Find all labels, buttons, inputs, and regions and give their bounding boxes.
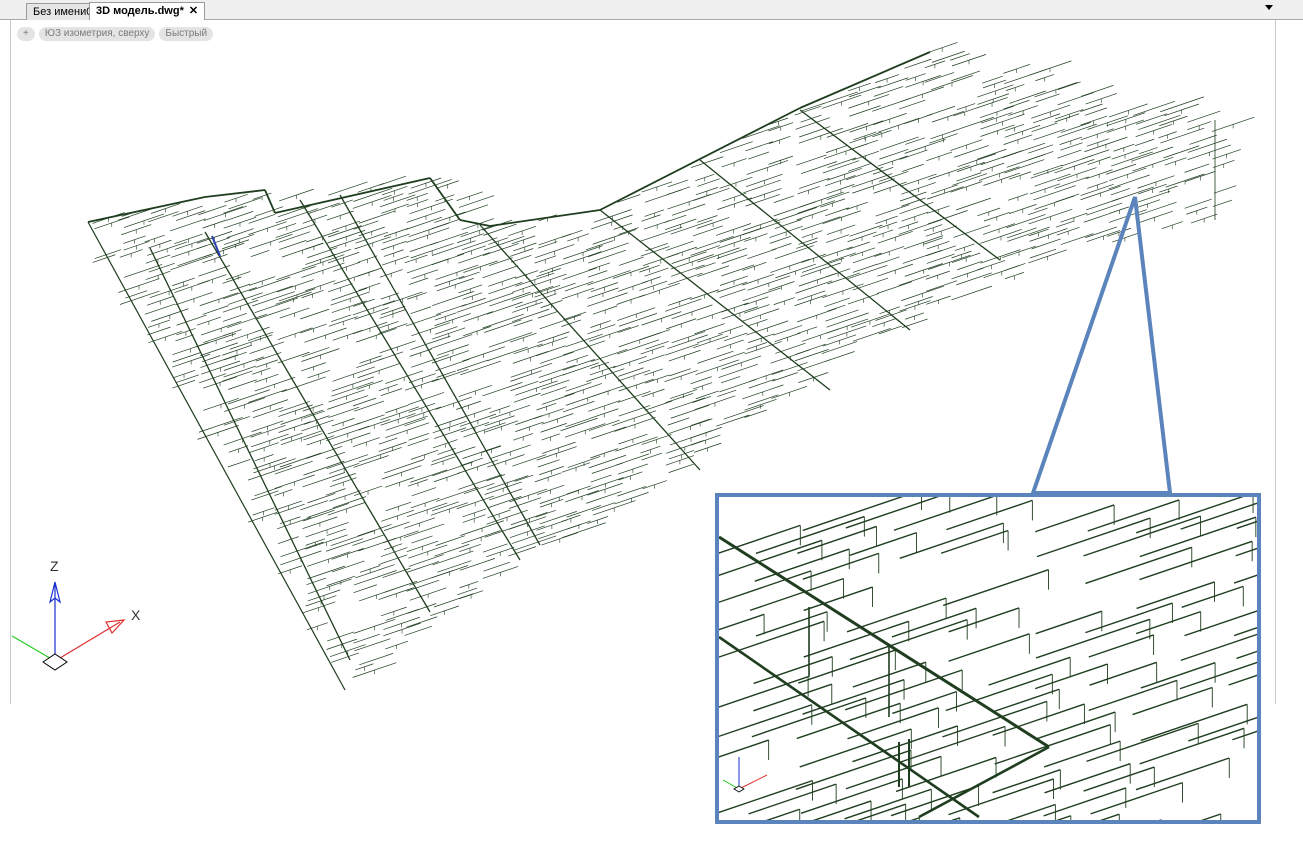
ucs-x-axis (54, 621, 121, 662)
ucs-icon-small (722, 757, 768, 793)
ucs-z-label: Z (50, 558, 59, 574)
zoomed-detail-inset (715, 493, 1261, 824)
ucs-x-label: X (131, 607, 141, 623)
ucs-y-axis (11, 635, 56, 662)
zoomed-pipe-detail (719, 497, 1257, 820)
ucs-x-arrow (105, 619, 126, 635)
ucs-icon: Z X (11, 558, 141, 671)
